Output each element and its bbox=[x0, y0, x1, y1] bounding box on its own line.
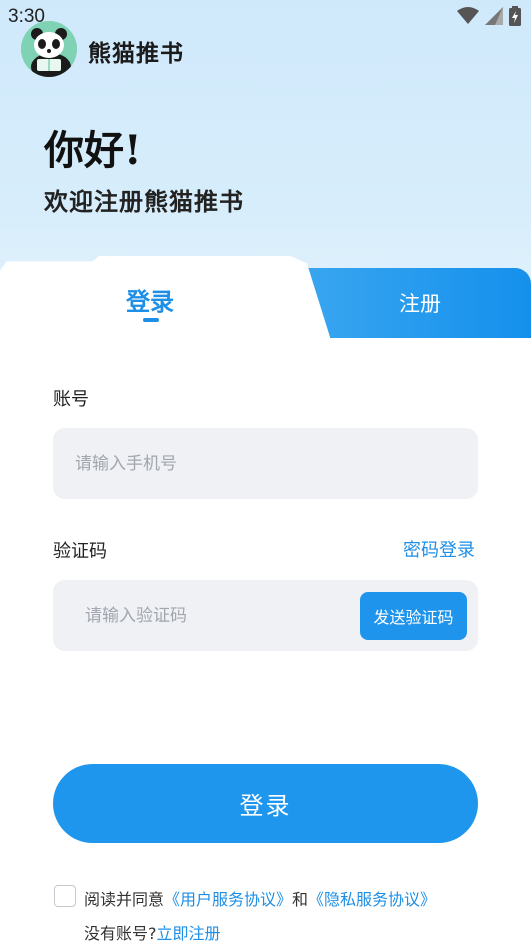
privacy-agreement-link[interactable]: 《隐私服务协议》 bbox=[308, 890, 436, 909]
app-name: 熊猫推书 bbox=[88, 41, 184, 67]
code-label: 验证码 bbox=[53, 541, 107, 562]
phone-input[interactable] bbox=[53, 428, 478, 499]
agreement-checkbox[interactable] bbox=[54, 885, 76, 907]
tab-register[interactable]: 注册 bbox=[380, 288, 460, 318]
active-tab-indicator bbox=[143, 318, 159, 322]
signup-now-link[interactable]: 立即注册 bbox=[157, 924, 221, 943]
signal-icon bbox=[485, 7, 503, 25]
agreement-text: 阅读并同意《用户服务协议》和《隐私服务协议》 bbox=[84, 886, 436, 910]
wifi-icon bbox=[457, 7, 479, 24]
send-code-button[interactable]: 发送验证码 bbox=[360, 592, 467, 640]
agreement-prefix: 阅读并同意 bbox=[84, 890, 165, 909]
panda-logo bbox=[21, 21, 77, 77]
welcome-subtitle: 欢迎注册熊猫推书 bbox=[44, 188, 244, 216]
agreement-and: 和 bbox=[292, 890, 309, 909]
signup-prompt-text: 没有账号? bbox=[84, 924, 157, 943]
tab-login[interactable]: 登录 bbox=[110, 282, 190, 317]
battery-charging-icon bbox=[509, 6, 521, 26]
panda-logo-icon bbox=[21, 21, 77, 77]
login-button[interactable]: 登录 bbox=[53, 764, 478, 843]
password-login-link[interactable]: 密码登录 bbox=[403, 536, 475, 562]
account-label: 账号 bbox=[53, 389, 89, 410]
signup-prompt: 没有账号?立即注册 bbox=[84, 920, 221, 944]
user-agreement-link[interactable]: 《用户服务协议》 bbox=[164, 890, 292, 909]
status-icons bbox=[457, 6, 521, 26]
greeting-title: 你好! bbox=[44, 127, 142, 174]
